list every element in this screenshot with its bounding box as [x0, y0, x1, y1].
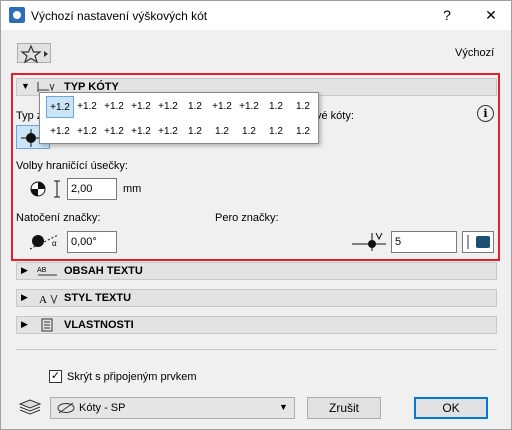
svg-text:AB: AB — [37, 267, 47, 274]
close-button[interactable]: ✕ — [481, 7, 501, 24]
divider — [16, 349, 497, 350]
volby-label: Volby hraničící úsečky: — [16, 160, 128, 172]
app-icon — [9, 7, 25, 23]
marker-option[interactable]: +1.2 — [154, 96, 182, 118]
marker-option[interactable]: +1.2 — [127, 96, 155, 118]
pen-color-button[interactable] — [462, 231, 494, 253]
marker-option[interactable]: 1.2 — [235, 121, 263, 143]
svg-text:α: α — [52, 239, 57, 248]
marker-option[interactable]: 1.2 — [289, 121, 317, 143]
marker-option[interactable]: +1.2 — [127, 121, 155, 143]
layer-value: Kóty - SP — [79, 402, 126, 414]
marker-option[interactable]: +1.2 — [73, 121, 101, 143]
layer-visibility-icon — [57, 402, 75, 414]
section-vlastnosti[interactable]: ▶ VLASTNOSTI — [16, 316, 497, 334]
hide-checkbox[interactable]: ✓ — [49, 370, 62, 383]
info-icon[interactable]: i — [477, 105, 494, 122]
properties-icon — [41, 318, 53, 332]
marker-option[interactable]: +1.2 — [46, 121, 74, 143]
marker-option[interactable]: +1.2 — [73, 96, 101, 118]
text-content-icon: AB — [37, 267, 57, 276]
size-unit: mm — [123, 183, 142, 195]
section-label: VLASTNOSTI — [64, 319, 134, 331]
text-style-icon: A — [39, 294, 58, 305]
svg-text:A: A — [39, 294, 47, 305]
section-styl-textu[interactable]: ▶ A STYL TEXTU — [16, 289, 497, 307]
cancel-button[interactable]: Zrušit — [307, 397, 381, 419]
size-input[interactable]: 2,00 — [67, 178, 117, 200]
title-bar: Výchozí nastavení výškových kót ? ✕ — [0, 0, 512, 30]
star-icon — [20, 44, 48, 64]
section-label: STYL TEXTU — [64, 292, 132, 304]
default-label: Výchozí — [455, 47, 495, 59]
marker-option[interactable]: +1.2 — [46, 96, 74, 118]
natoceni-label: Natočení značky: — [16, 212, 101, 224]
hide-label: Skrýt s připojeným prvkem — [67, 371, 197, 383]
marker-option[interactable]: 1.2 — [262, 121, 290, 143]
right-label: vé kóty: — [316, 110, 354, 122]
pen-color-swatch — [476, 236, 490, 248]
marker-option[interactable]: 1.2 — [262, 96, 290, 118]
marker-option[interactable]: +1.2 — [208, 96, 236, 118]
window-title: Výchozí nastavení výškových kót — [31, 9, 208, 23]
ok-button[interactable]: OK — [414, 397, 488, 419]
expand-icon: ▶ — [21, 292, 28, 302]
section-obsah-textu[interactable]: ▶ AB OBSAH TEXTU — [16, 262, 497, 280]
boundary-marker-icon — [30, 180, 60, 198]
marker-option[interactable]: +1.2 — [100, 121, 128, 143]
layers-icon[interactable] — [16, 398, 44, 418]
marker-option[interactable]: 1.2 — [181, 96, 209, 118]
pero-label: Pero značky: — [215, 212, 279, 224]
expand-icon: ▶ — [21, 265, 28, 275]
marker-option[interactable]: 1.2 — [289, 96, 317, 118]
marker-option[interactable]: 1.2 — [208, 121, 236, 143]
section-label: OBSAH TEXTU — [64, 265, 143, 277]
chevron-down-icon: ▼ — [279, 402, 288, 412]
pen-input[interactable]: 5 — [391, 231, 457, 253]
collapse-icon: ▼ — [21, 81, 30, 91]
rotation-icon: α — [29, 234, 59, 250]
marker-option[interactable]: 1.2 — [181, 121, 209, 143]
marker-option[interactable]: +1.2 — [235, 96, 263, 118]
layer-select[interactable]: Kóty - SP ▼ — [50, 397, 295, 419]
pen-separator — [467, 235, 469, 249]
marker-option[interactable]: +1.2 — [100, 96, 128, 118]
marker-type-popup: +1.2 +1.2 +1.2 +1.2 +1.2 1.2 +1.2 +1.2 1.2 1.2 +1.… — [39, 92, 319, 144]
angle-input[interactable]: 0,00° — [67, 231, 117, 253]
marker-option[interactable]: +1.2 — [154, 121, 182, 143]
favorites-button[interactable] — [17, 43, 51, 64]
pen-marker-icon — [352, 232, 386, 251]
expand-icon: ▶ — [21, 319, 28, 329]
help-button[interactable]: ? — [437, 7, 457, 23]
